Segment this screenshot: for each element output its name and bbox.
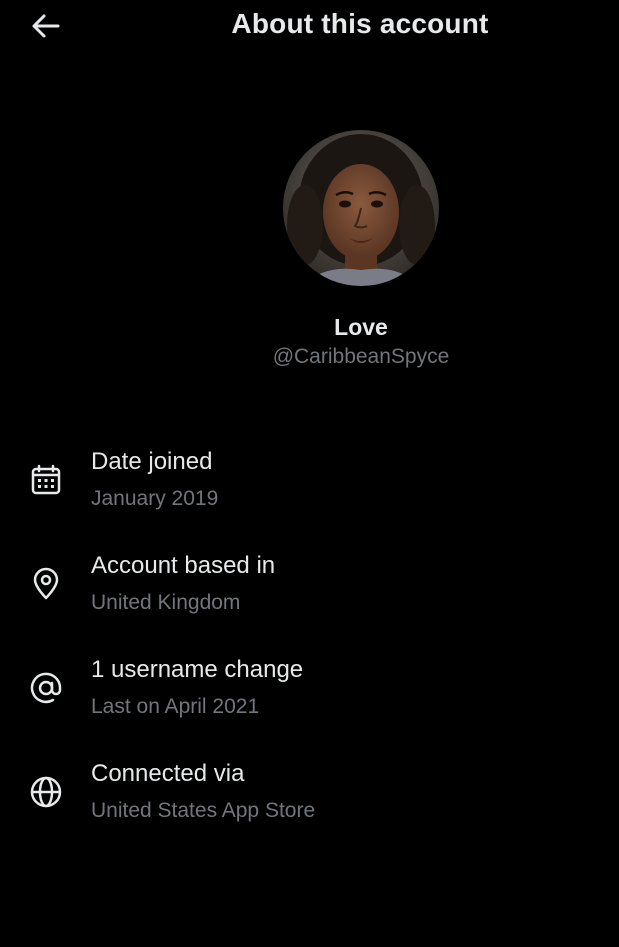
info-row-date-joined: Date joined January 2019 <box>0 442 619 546</box>
page-title: About this account <box>231 8 489 39</box>
info-row-connected-via: Connected via United States App Store <box>0 754 619 858</box>
account-info-list: Date joined January 2019 Account based i… <box>0 442 619 858</box>
info-value: January 2019 <box>91 487 219 510</box>
info-title: Connected via <box>91 760 245 787</box>
calendar-icon <box>31 464 61 495</box>
info-value: United Kingdom <box>91 591 241 614</box>
username-handle: @CaribbeanSpyce <box>272 345 450 368</box>
avatar-photo <box>283 130 439 286</box>
info-title: Date joined <box>91 448 213 475</box>
at-sign-icon <box>30 672 62 704</box>
globe-icon <box>30 776 62 808</box>
info-title: 1 username change <box>91 656 304 683</box>
info-value: United States App Store <box>91 799 316 822</box>
location-pin-icon <box>33 567 59 600</box>
info-row-username-change: 1 username change Last on April 2021 <box>0 650 619 754</box>
avatar[interactable] <box>283 130 439 286</box>
display-name: Love <box>334 314 388 340</box>
back-button[interactable] <box>26 8 66 44</box>
info-row-account-based-in: Account based in United Kingdom <box>0 546 619 650</box>
arrow-left-icon <box>32 14 60 38</box>
info-value: Last on April 2021 <box>91 695 260 718</box>
top-bar: About this account <box>0 0 619 52</box>
info-title: Account based in <box>91 552 276 579</box>
